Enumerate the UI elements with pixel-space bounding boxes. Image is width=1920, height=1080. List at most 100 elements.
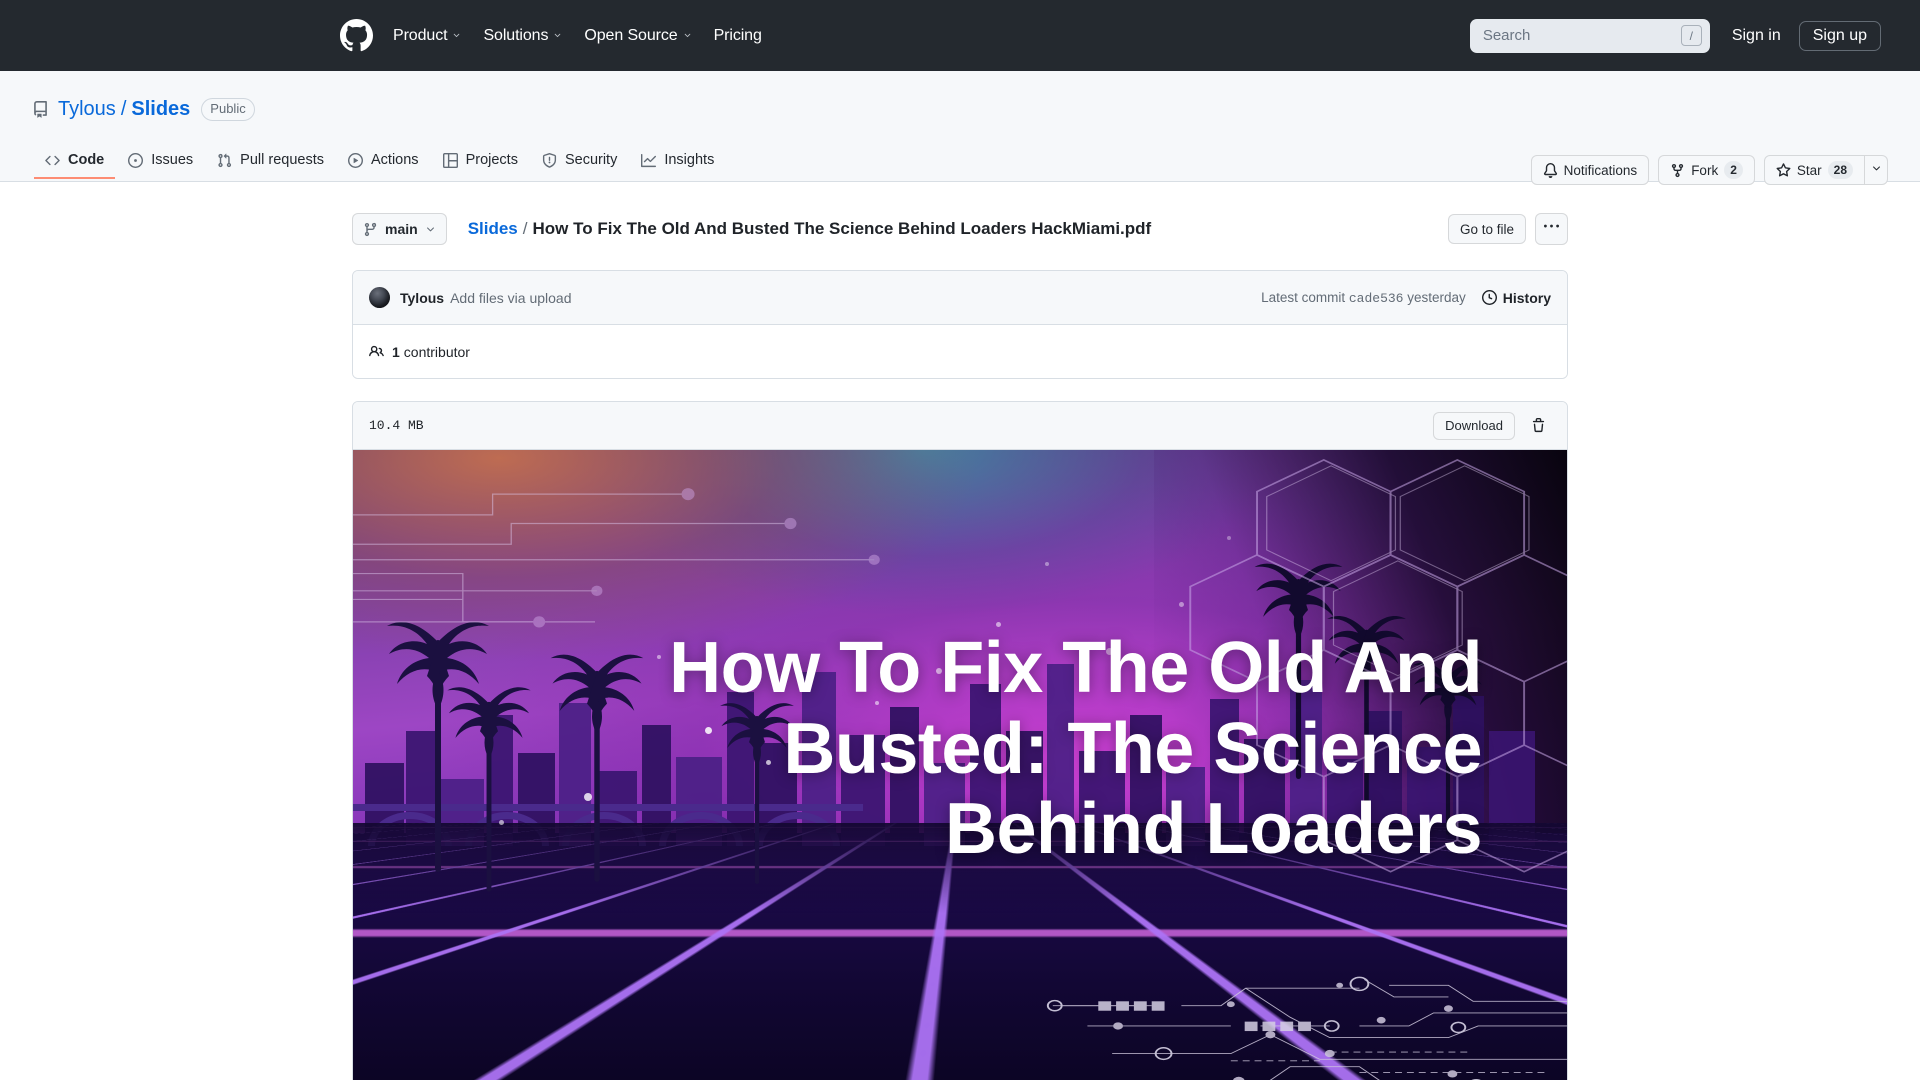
repository-actions: Notifications Fork 2 Star 28 (1530, 155, 1888, 185)
search-input[interactable]: Search / (1469, 18, 1710, 53)
repository-header: Tylous / Slides Public Notifications For… (0, 71, 1920, 185)
github-mark-icon[interactable] (340, 19, 373, 52)
branch-name: main (385, 221, 418, 237)
global-nav-links: Product Solutions Open Source Pricing (393, 27, 762, 45)
go-to-file-button[interactable]: Go to file (1447, 214, 1526, 244)
fork-label: Fork (1691, 162, 1719, 178)
star-label: Star (1796, 162, 1822, 178)
nav-link-product[interactable]: Product (393, 27, 461, 45)
tab-projects[interactable]: Projects (432, 145, 529, 179)
breadcrumb-root-link[interactable]: Slides (468, 219, 518, 239)
go-to-file-label: Go to file (1459, 221, 1514, 237)
star-button-group: Star 28 (1763, 155, 1888, 185)
file-navigation-row: main Slides / How To Fix The Old And Bus… (352, 210, 1568, 248)
tab-pull-requests[interactable]: Pull requests (206, 145, 335, 179)
history-label: History (1502, 289, 1551, 306)
chevron-down-icon (683, 31, 692, 40)
tab-label: Insights (664, 152, 715, 168)
latest-commit-label: Latest commit (1261, 289, 1346, 305)
kebab-horizontal-icon (1544, 219, 1559, 239)
branch-selector-button[interactable]: main (352, 213, 447, 245)
latest-commit-meta: Latest commit cade536 yesterday (1261, 290, 1466, 306)
graph-icon (641, 153, 657, 168)
tab-security[interactable]: Security (531, 145, 628, 179)
sign-up-button[interactable]: Sign up (1798, 20, 1881, 51)
slide-title-line: Busted: The Science (783, 708, 1483, 789)
trash-icon (1531, 418, 1546, 433)
file-size: 10.4 MB (369, 418, 424, 433)
more-options-button[interactable] (1535, 213, 1568, 245)
star-button[interactable]: Star 28 (1763, 155, 1864, 185)
tab-actions[interactable]: Actions (337, 145, 430, 179)
search-placeholder: Search (1482, 27, 1531, 44)
global-navigation-bar: Product Solutions Open Source Pricing Se… (0, 0, 1920, 71)
file-toolbar-actions: Download (1433, 411, 1551, 440)
star-dropdown-button[interactable] (1864, 155, 1888, 185)
notifications-label: Notifications (1563, 162, 1638, 178)
breadcrumb: Slides / How To Fix The Old And Busted T… (468, 219, 1152, 239)
fork-button[interactable]: Fork 2 (1658, 155, 1755, 185)
delete-file-button[interactable] (1525, 412, 1551, 440)
tab-insights[interactable]: Insights (630, 145, 725, 179)
tab-label: Projects (465, 152, 518, 168)
tab-label: Security (564, 152, 618, 168)
repo-icon (32, 100, 49, 118)
history-link[interactable]: History (1481, 289, 1551, 306)
file-navigation-actions: Go to file (1447, 213, 1568, 245)
search-shortcut-badge: / (1680, 25, 1702, 46)
nav-link-label: Pricing (713, 26, 762, 44)
file-toolbar: 10.4 MB Download (353, 402, 1567, 450)
repo-owner-link[interactable]: Tylous (58, 98, 116, 121)
notifications-button[interactable]: Notifications (1530, 155, 1650, 185)
bell-icon (1543, 162, 1558, 178)
tab-label: Issues (151, 152, 194, 168)
tab-label: Pull requests (240, 152, 324, 168)
star-icon (1776, 162, 1791, 178)
play-icon (348, 152, 363, 168)
commit-message-link[interactable]: Add files via upload (450, 290, 571, 306)
commit-meta-group: Latest commit cade536 yesterday History (1261, 290, 1551, 306)
tab-code[interactable]: Code (34, 145, 116, 179)
global-nav-right: Search / Sign in Sign up (1469, 18, 1896, 53)
nav-link-label: Product (393, 26, 448, 44)
people-icon (369, 344, 392, 359)
chevron-down-icon (452, 31, 461, 40)
contributor-count: 1 (392, 343, 400, 360)
pdf-preview: How To Fix The Old And Busted: The Scien… (353, 450, 1567, 1080)
nav-link-pricing[interactable]: Pricing (714, 27, 762, 45)
chevron-down-icon (425, 224, 436, 235)
chevron-down-icon (553, 31, 562, 40)
breadcrumb-current-file: How To Fix The Old And Busted The Scienc… (532, 219, 1152, 238)
git-pull-request-icon (217, 153, 232, 168)
git-branch-icon (363, 222, 378, 237)
slide-title: How To Fix The Old And Busted: The Scien… (438, 628, 1482, 870)
tab-issues[interactable]: Issues (117, 145, 204, 179)
shield-icon (542, 152, 557, 168)
slide-title-line: How To Fix The Old And (669, 628, 1483, 709)
page-body: main Slides / How To Fix The Old And Bus… (0, 182, 1920, 1080)
commit-sha[interactable]: cade536 (1349, 291, 1404, 306)
commit-time: yesterday (1407, 289, 1466, 305)
code-icon (45, 153, 60, 168)
download-button[interactable]: Download (1433, 411, 1515, 440)
latest-commit-box: Tylous Add files via upload Latest commi… (352, 270, 1568, 379)
star-count: 28 (1827, 161, 1853, 179)
breadcrumb-separator: / (522, 219, 528, 238)
download-label: Download (1445, 418, 1503, 433)
sign-in-link[interactable]: Sign in (1732, 27, 1781, 45)
repo-name-link[interactable]: Slides (131, 98, 190, 121)
content-column: main Slides / How To Fix The Old And Bus… (352, 210, 1568, 1080)
nav-link-solutions[interactable]: Solutions (483, 27, 562, 45)
table-icon (442, 152, 458, 168)
nav-link-open-source[interactable]: Open Source (584, 27, 691, 45)
contributor-label[interactable]: contributor (404, 344, 470, 360)
issue-opened-icon (128, 152, 144, 168)
commit-author-link[interactable]: Tylous (400, 290, 444, 306)
commit-row: Tylous Add files via upload Latest commi… (353, 271, 1567, 325)
fork-count: 2 (1724, 161, 1743, 179)
slide-title-line: Behind Loaders (944, 789, 1483, 870)
nav-link-label: Open Source (584, 26, 678, 44)
nav-link-label: Solutions (483, 26, 549, 44)
avatar[interactable] (369, 287, 390, 308)
visibility-badge: Public (201, 97, 255, 121)
